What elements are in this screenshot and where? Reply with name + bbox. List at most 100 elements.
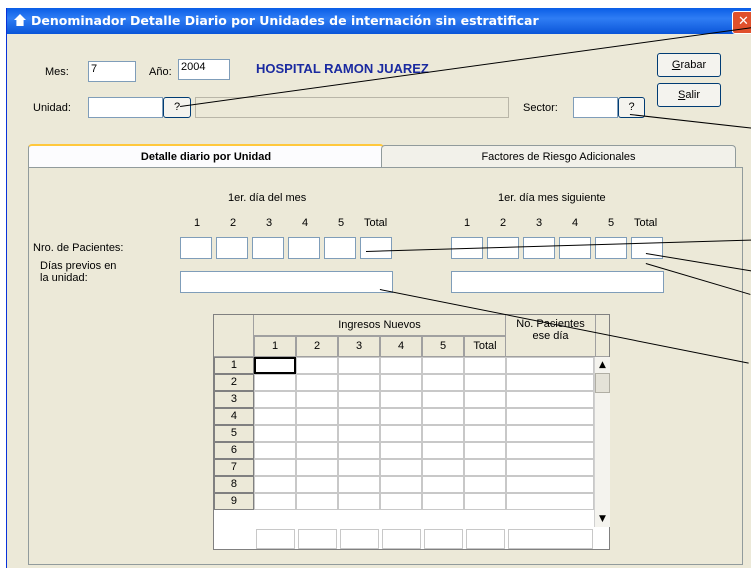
g2-pacientes-5[interactable] [595,237,627,259]
grid-cell[interactable] [254,408,296,425]
g1-dias-previos[interactable] [180,271,393,293]
grid-cell[interactable] [296,442,338,459]
grid-cell[interactable] [338,357,380,374]
scroll-down-icon[interactable]: ▼ [595,511,610,527]
grid-cell[interactable] [338,459,380,476]
grid-cell[interactable] [464,425,506,442]
grid-cell[interactable] [338,374,380,391]
g1-pacientes-2[interactable] [216,237,248,259]
g2-pacientes-4[interactable] [559,237,591,259]
grid-cell[interactable] [338,425,380,442]
grid-cell[interactable] [296,425,338,442]
grid-cell[interactable] [464,391,506,408]
grid-cell[interactable] [296,493,338,510]
tab-factores-riesgo[interactable]: Factores de Riesgo Adicionales [381,145,736,169]
g1-pacientes-3[interactable] [252,237,284,259]
grid-cell[interactable] [254,425,296,442]
grid-cell[interactable] [506,476,594,493]
salir-button[interactable]: Salir [657,83,721,107]
grid-cell[interactable] [296,374,338,391]
grid-cell[interactable] [422,391,464,408]
grid-cell[interactable] [464,374,506,391]
unidad-input[interactable] [88,97,163,118]
grid-total-cell[interactable] [382,529,421,549]
grid-cell[interactable] [464,476,506,493]
anio-input[interactable]: 2004 [178,59,230,80]
grid-cell[interactable] [254,476,296,493]
grid-cell[interactable] [380,391,422,408]
grid-row-header[interactable]: 4 [214,408,254,425]
grid-row-header[interactable]: 2 [214,374,254,391]
grid-cell[interactable] [506,408,594,425]
grid-total-cell[interactable] [256,529,295,549]
grid-cell[interactable] [254,442,296,459]
grid-cell[interactable] [506,442,594,459]
grid-cell[interactable] [506,459,594,476]
g1-pacientes-1[interactable] [180,237,212,259]
grid-row-header[interactable]: 9 [214,493,254,510]
grid-total-cell[interactable] [298,529,337,549]
grid-cell[interactable] [464,442,506,459]
grid-cell[interactable] [338,442,380,459]
unidad-lookup-button[interactable]: ? [163,97,191,118]
grid-cell[interactable] [254,459,296,476]
grid-cell[interactable] [422,357,464,374]
grid-total-cell[interactable] [340,529,379,549]
g2-pacientes-3[interactable] [523,237,555,259]
grid-cell[interactable] [380,459,422,476]
scroll-up-icon[interactable]: ▲ [595,357,610,373]
grid-cell[interactable] [464,459,506,476]
grid-cell[interactable] [422,493,464,510]
grid-cell[interactable] [464,408,506,425]
grid-cell[interactable] [296,408,338,425]
grid-cell[interactable] [506,374,594,391]
g1-pacientes-total[interactable] [360,237,392,259]
grid-cell[interactable] [422,425,464,442]
grid-cell[interactable] [254,493,296,510]
grid-cell[interactable] [506,425,594,442]
grid-cell[interactable] [422,459,464,476]
grid-cell[interactable] [380,374,422,391]
grid-cell[interactable] [380,493,422,510]
g1-pacientes-4[interactable] [288,237,320,259]
grid-row-header[interactable]: 5 [214,425,254,442]
mes-input[interactable]: 7 [88,61,136,82]
grid-total-cell[interactable] [508,529,593,549]
grid-cell[interactable] [380,357,422,374]
grid-cell[interactable] [296,391,338,408]
grid-cell[interactable] [338,476,380,493]
grid-cell[interactable] [254,374,296,391]
scroll-thumb[interactable] [595,373,610,393]
g2-dias-previos[interactable] [451,271,664,293]
grid-total-cell[interactable] [424,529,463,549]
close-button[interactable]: ✕ [732,11,751,34]
grid-row-header[interactable]: 6 [214,442,254,459]
grid-cell[interactable] [422,408,464,425]
sector-input[interactable] [573,97,618,118]
grid-cell[interactable] [422,374,464,391]
grid-cell[interactable] [380,476,422,493]
grid-row-header[interactable]: 3 [214,391,254,408]
grid-cell[interactable] [422,442,464,459]
grid-cell[interactable] [464,493,506,510]
grid-cell[interactable] [338,391,380,408]
grabar-button[interactable]: Grabar [657,53,721,77]
grid-cell[interactable] [464,357,506,374]
grid-cell[interactable] [506,391,594,408]
grid-row-header[interactable]: 7 [214,459,254,476]
grid-cell[interactable] [338,493,380,510]
grid-cell[interactable] [254,357,296,374]
grid-cell[interactable] [338,408,380,425]
grid-row-header[interactable]: 8 [214,476,254,493]
grid-cell[interactable] [506,493,594,510]
grid-cell[interactable] [380,408,422,425]
tab-detalle-diario[interactable]: Detalle diario por Unidad [28,144,384,168]
grid-cell[interactable] [506,357,594,374]
grid-cell[interactable] [380,425,422,442]
grid-cell[interactable] [296,459,338,476]
grid-total-cell[interactable] [466,529,505,549]
grid-cell[interactable] [422,476,464,493]
grid-cell[interactable] [296,357,338,374]
g1-pacientes-5[interactable] [324,237,356,259]
grid-cell[interactable] [296,476,338,493]
